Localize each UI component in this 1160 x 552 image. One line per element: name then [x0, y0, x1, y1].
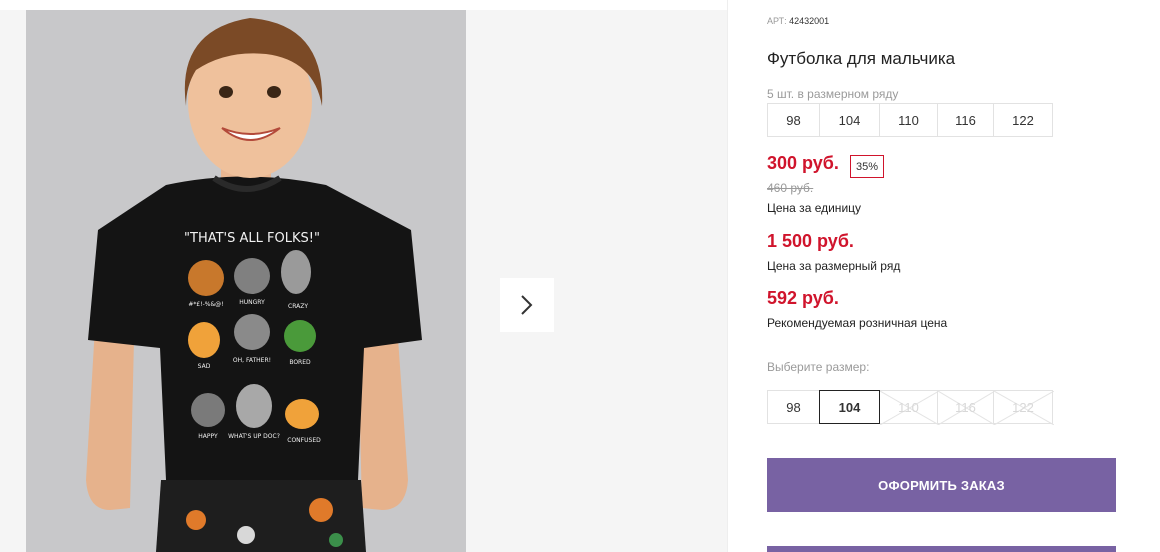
pack-size-cell: 98: [767, 103, 820, 137]
discount-badge: 35%: [850, 155, 885, 178]
place-order-button[interactable]: ОФОРМИТЬ ЗАКАЗ: [767, 458, 1116, 512]
face-caption: CONFUSED: [287, 437, 321, 444]
size-option-label: 110: [898, 399, 919, 415]
pack-size-cell: 110: [879, 103, 938, 137]
face-caption: #*£!-%&@!: [188, 301, 223, 308]
gallery-divider: [727, 0, 728, 552]
size-option-98[interactable]: 98: [767, 390, 820, 424]
product-gallery: "THAT'S ALL FOLKS!" #*£!-%&@! HUNGRY CRA…: [0, 10, 727, 552]
size-option-label: 116: [955, 399, 976, 415]
face-caption: SAD: [198, 363, 211, 370]
chevron-right-icon: [521, 295, 533, 315]
choose-size-label: Выберите размер:: [767, 360, 870, 374]
pack-price: 1 500 руб.: [767, 231, 854, 251]
pack-size-cell: 116: [937, 103, 994, 137]
sku: АРТ: 42432001: [767, 16, 829, 26]
sku-value: 42432001: [789, 16, 830, 26]
face-caption: CRAZY: [288, 303, 308, 310]
retail-price-caption: Рекомендуемая розничная цена: [767, 316, 948, 330]
face-caption: HAPPY: [198, 433, 218, 440]
size-selector: 98 104 110 116 122: [767, 390, 1054, 425]
pack-note: 5 шт. в размерном ряду: [767, 87, 899, 101]
unit-price: 300 руб.: [767, 153, 839, 173]
face-caption: BORED: [289, 359, 311, 366]
size-option-label: 104: [838, 399, 861, 415]
size-option-label: 98: [786, 399, 801, 415]
gallery-next-button[interactable]: [500, 278, 554, 332]
face-caption: HUNGRY: [239, 299, 265, 306]
size-option-116[interactable]: 116: [937, 390, 995, 425]
size-option-104[interactable]: 104: [819, 390, 880, 424]
retail-price: 592 руб.: [767, 288, 839, 308]
product-photo[interactable]: "THAT'S ALL FOLKS!" #*£!-%&@! HUNGRY CRA…: [26, 10, 466, 552]
face-caption: OH, FATHER!: [233, 357, 271, 364]
pack-size-row: 98 104 110 116 122: [767, 103, 1053, 137]
size-option-label: 122: [1012, 399, 1034, 415]
size-option-110[interactable]: 110: [879, 390, 939, 425]
pack-price-caption: Цена за размерный ряд: [767, 259, 901, 273]
pack-size-cell: 122: [993, 103, 1053, 137]
face-caption: WHAT'S UP DOC?: [228, 433, 280, 440]
pack-size-cell: 104: [819, 103, 880, 137]
shirt-characters: [188, 250, 319, 429]
product-title: Футболка для мальчика: [767, 49, 956, 68]
sku-label: АРТ:: [767, 16, 787, 26]
unit-price-caption: Цена за единицу: [767, 201, 862, 215]
product-photo-illustration: "THAT'S ALL FOLKS!" #*£!-%&@! HUNGRY CRA…: [26, 10, 466, 552]
product-details: АРТ: 42432001 Футболка для мальчика 5 шт…: [767, 0, 1160, 552]
shirt-slogan: "THAT'S ALL FOLKS!": [184, 231, 320, 246]
old-price: 460 руб.: [767, 181, 814, 195]
secondary-action-button[interactable]: [767, 546, 1116, 552]
size-option-122[interactable]: 122: [993, 390, 1054, 425]
